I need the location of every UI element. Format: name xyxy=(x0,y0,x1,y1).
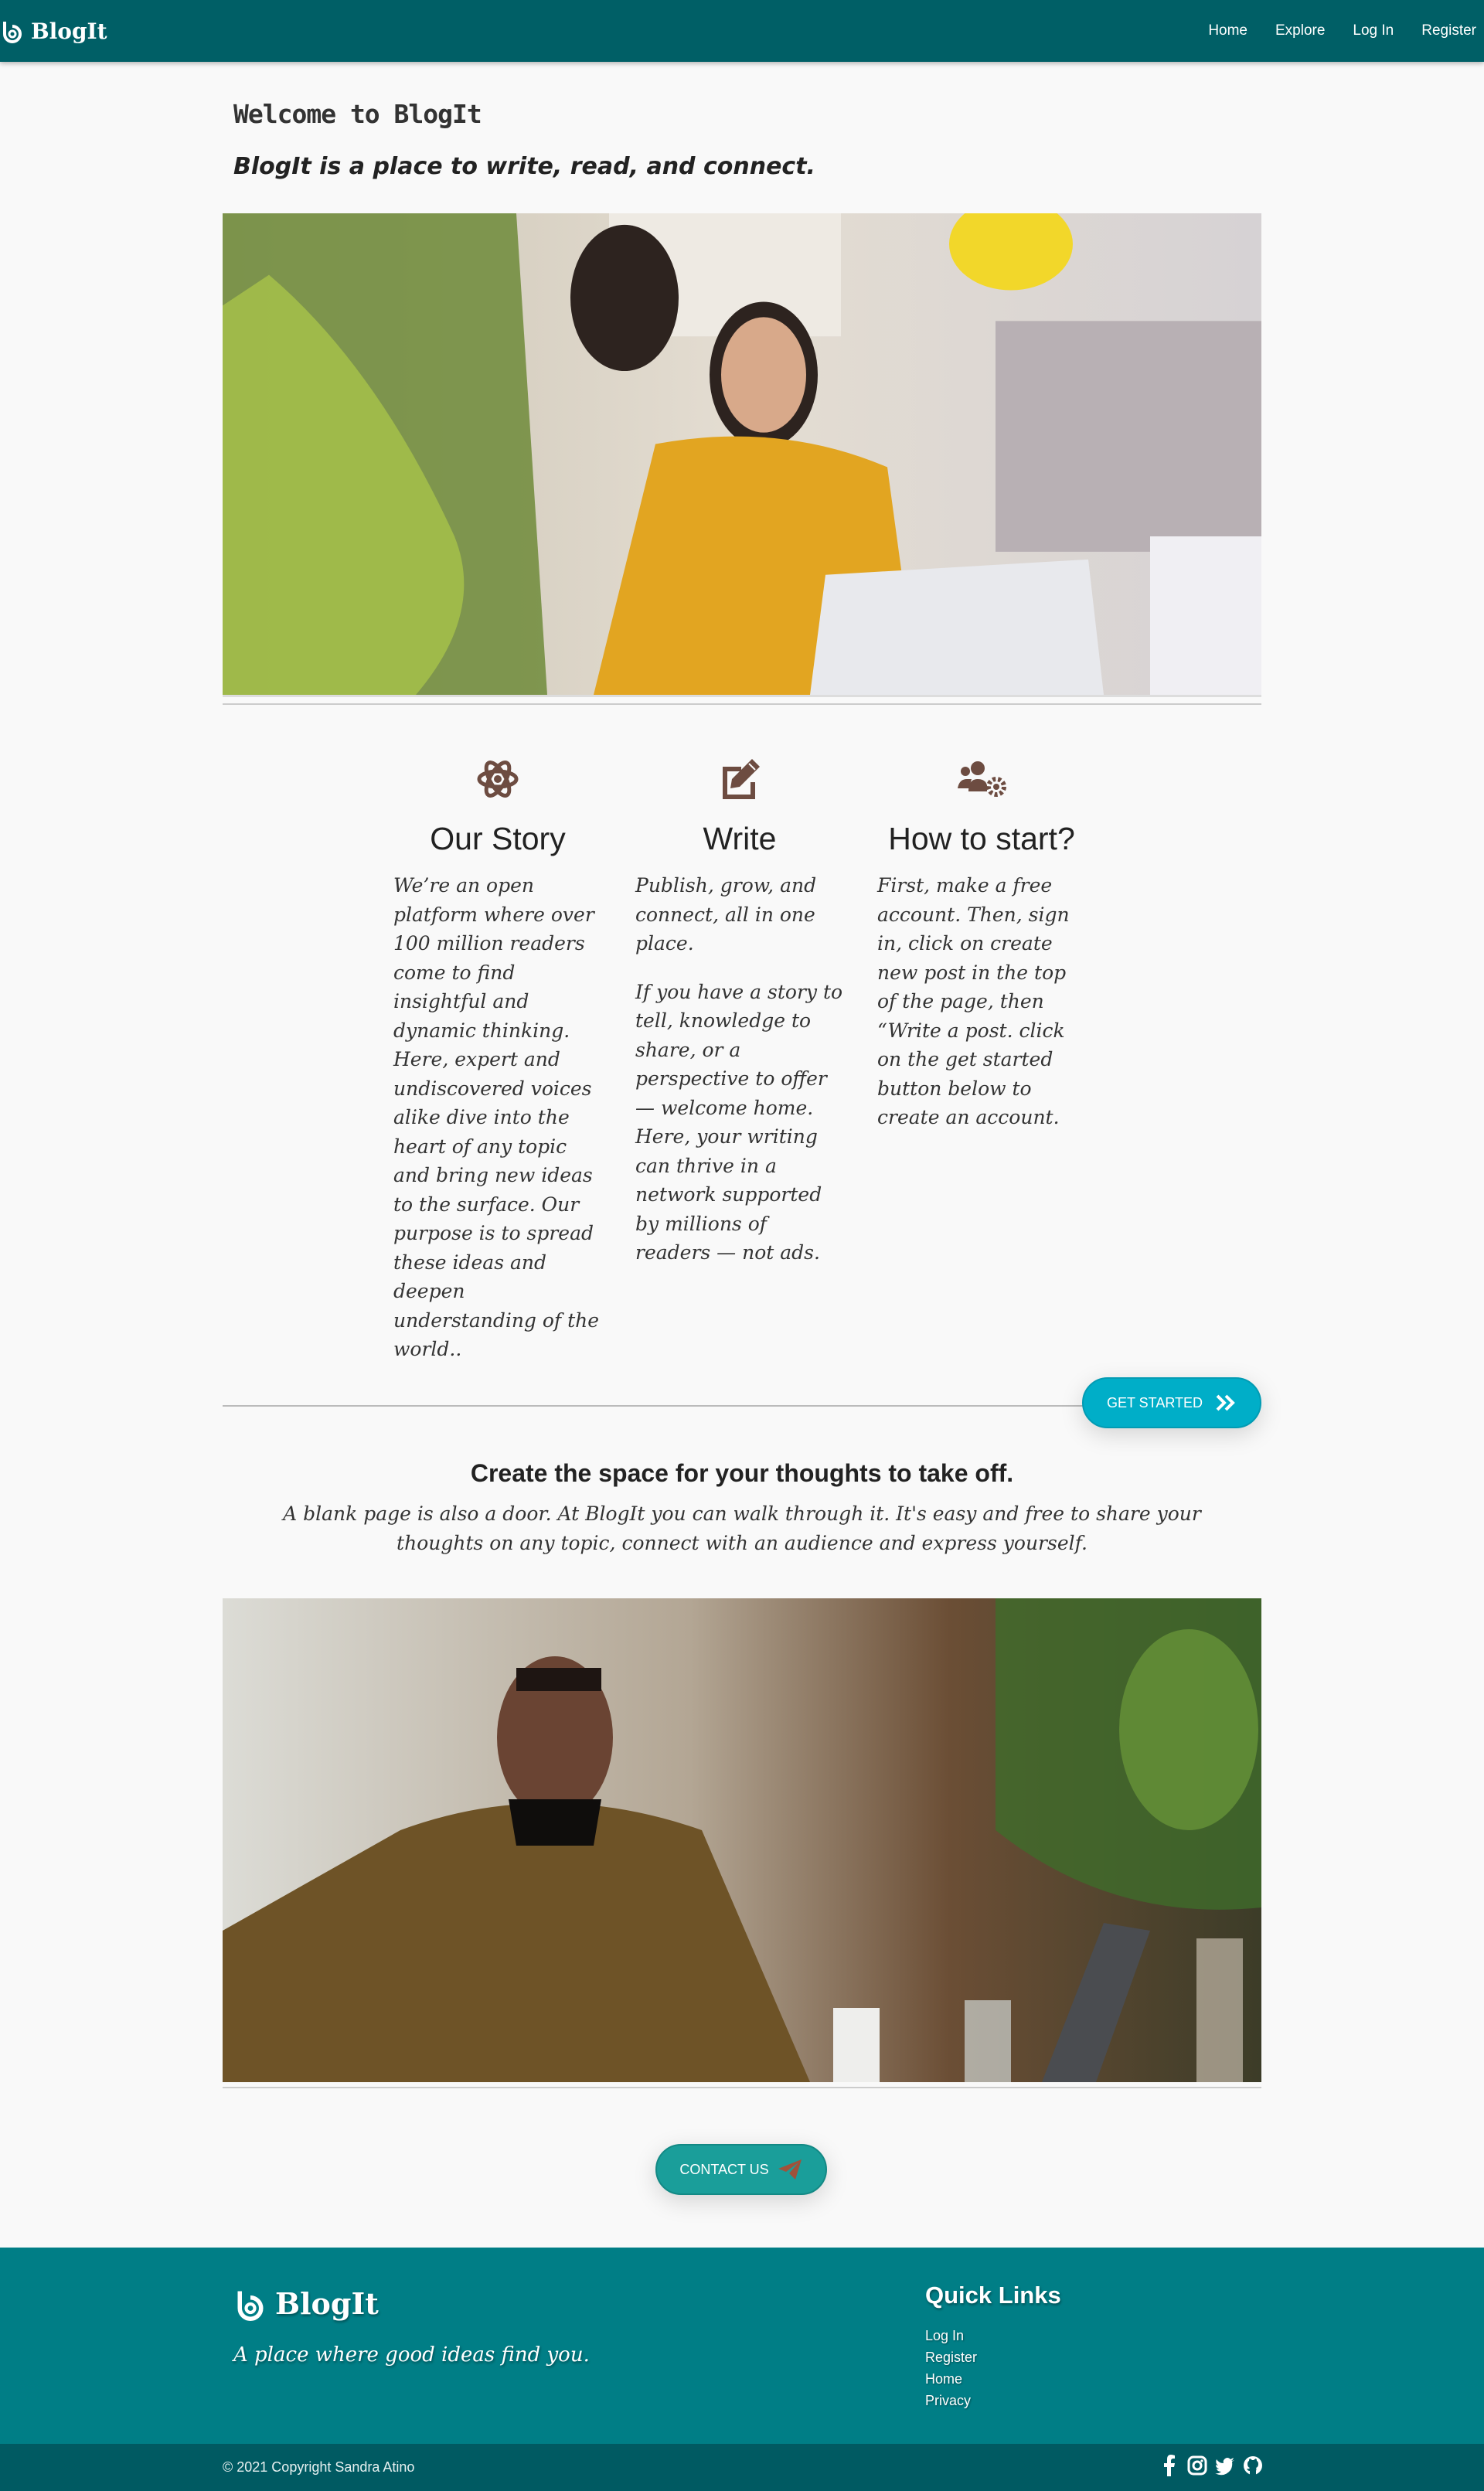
social-links xyxy=(1159,2455,1263,2476)
divider xyxy=(223,2087,1261,2088)
brand-name: BlogIt xyxy=(31,18,107,44)
blogit-logo-icon xyxy=(3,22,22,43)
quick-link-home[interactable]: Home xyxy=(925,2368,977,2390)
copyright-bar: © 2021 Copyright Sandra Atino xyxy=(0,2444,1484,2491)
welcome-title: Welcome to BlogIt xyxy=(233,99,482,129)
footer-brand[interactable]: BlogIt xyxy=(233,2286,379,2321)
quick-links: Log In Register Home Privacy xyxy=(925,2325,977,2411)
feature-text: We’re an open platform where over 100 mi… xyxy=(393,874,600,1360)
edit-icon xyxy=(723,759,760,799)
chevrons-right-icon xyxy=(1216,1394,1235,1411)
hero-image-man xyxy=(223,1598,1261,2082)
users-cog-icon xyxy=(958,761,1006,797)
quick-link-privacy[interactable]: Privacy xyxy=(925,2390,977,2411)
get-started-button[interactable]: GET STARTED xyxy=(1082,1377,1261,1428)
copyright-text: © 2021 Copyright Sandra Atino xyxy=(223,2459,415,2475)
contact-us-label: CONTACT US xyxy=(679,2161,769,2177)
hero-image-woman xyxy=(223,213,1261,697)
quick-link-register[interactable]: Register xyxy=(925,2346,977,2368)
nav-register-link[interactable]: Register xyxy=(1421,22,1476,39)
feature-text: Publish, grow, and connect, all in one p… xyxy=(635,874,817,955)
facebook-icon[interactable] xyxy=(1159,2455,1179,2476)
footer-tagline: A place where good ideas find you. xyxy=(233,2343,590,2367)
paper-plane-icon xyxy=(778,2159,802,2180)
feature-title: Write xyxy=(703,821,777,856)
footer-brand-name: BlogIt xyxy=(275,2286,379,2321)
feature-text: If you have a story to tell, knowledge t… xyxy=(635,980,843,1264)
instagram-icon[interactable] xyxy=(1187,2455,1207,2476)
feature-our-story: Our Story We’re an open platform where o… xyxy=(393,757,602,1364)
nav-login-link[interactable]: Log In xyxy=(1353,22,1394,39)
quick-link-login[interactable]: Log In xyxy=(925,2325,977,2346)
blogit-logo-icon xyxy=(237,2291,264,2321)
contact-us-button[interactable]: CONTACT US xyxy=(655,2144,827,2195)
feature-title: How to start? xyxy=(888,821,1075,856)
feature-title: Our Story xyxy=(430,821,566,856)
get-started-label: GET STARTED xyxy=(1106,1394,1203,1411)
github-icon[interactable] xyxy=(1243,2455,1263,2476)
nav-home-link[interactable]: Home xyxy=(1208,22,1247,39)
navbar: BlogIt Home Explore Log In Register xyxy=(0,0,1484,62)
quick-links-title: Quick Links xyxy=(925,2282,1061,2309)
space-text: A blank page is also a door. At BlogIt y… xyxy=(283,1502,1201,1554)
footer: BlogIt A place where good ideas find you… xyxy=(0,2248,1484,2444)
feature-how-to-start: How to start? First, make a free account… xyxy=(877,757,1086,1132)
twitter-icon[interactable] xyxy=(1215,2455,1235,2476)
feature-text: First, make a free account. Then, sign i… xyxy=(877,874,1070,1128)
nav-links: Home Explore Log In Register xyxy=(1208,22,1476,39)
nav-explore-link[interactable]: Explore xyxy=(1275,22,1325,39)
divider xyxy=(223,703,1261,705)
divider xyxy=(223,1405,1119,1407)
welcome-subtitle: BlogIt is a place to write, read, and co… xyxy=(233,153,815,180)
atom-icon xyxy=(477,761,519,798)
space-title: Create the space for your thoughts to ta… xyxy=(470,1459,1014,1487)
feature-write: Write Publish, grow, and connect, all in… xyxy=(635,757,844,1268)
brand-logo[interactable]: BlogIt xyxy=(0,19,107,44)
